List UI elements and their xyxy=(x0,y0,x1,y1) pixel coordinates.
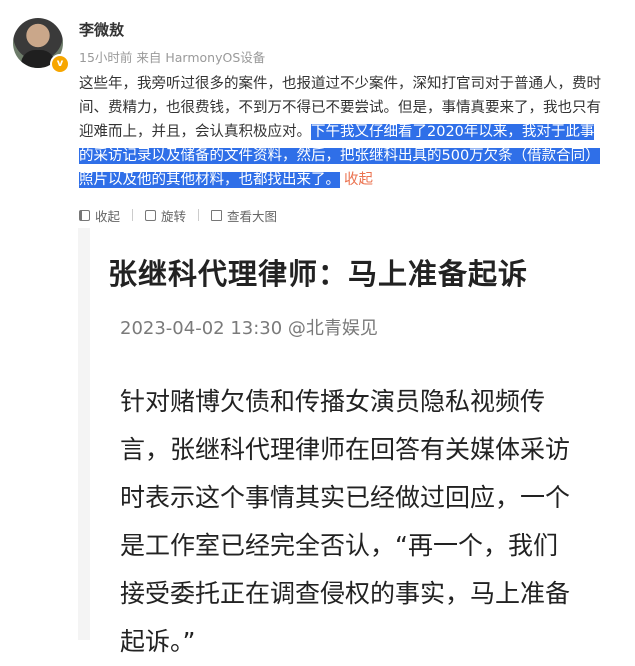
article-line: 起诉。” xyxy=(120,627,196,656)
selected-text: 的采访记录以及储备的文件资料，然后，把张继科出具的500万欠条（借款合同） xyxy=(79,148,600,164)
rotate-button[interactable]: 旋转 xyxy=(145,206,186,225)
post-line: 的采访记录以及储备的文件资料，然后，把张继科出具的500万欠条（借款合同） xyxy=(79,144,635,168)
view-image-icon xyxy=(211,209,223,221)
post-line: 迎难而上，并且，会认真积极应对。下午我又仔细看了2020年以来，我对于此事 xyxy=(79,120,635,144)
collapse-label: 收起 xyxy=(95,208,121,224)
post-line: 照片以及他的其他材料，也都找出来了。 收起 xyxy=(79,168,635,192)
article-title: 张继科代理律师：马上准备起诉 xyxy=(108,257,529,291)
view-large-button[interactable]: 查看大图 xyxy=(211,206,277,225)
article-line: 是工作室已经完全否认，“再一个，我们 xyxy=(120,531,558,560)
rotate-icon xyxy=(145,209,157,221)
divider xyxy=(132,209,134,221)
post-line: 这些年，我旁听过很多的案件，也报道过不少案件，深知打官司对于普通人，费时 xyxy=(79,76,601,92)
post-text: 这些年，我旁听过很多的案件，也报道过不少案件，深知打官司对于普通人，费时 间、费… xyxy=(79,72,635,192)
article-line: 接受委托正在调查侵权的事实，马上准备 xyxy=(120,579,571,608)
collapse-icon xyxy=(79,209,90,221)
username[interactable]: 李微敖 xyxy=(79,19,124,40)
collapse-link[interactable]: 收起 xyxy=(344,172,373,188)
selected-text: 下午我又仔细看了2020年以来，我对于此事 xyxy=(311,124,595,140)
article-line: 言，张继科代理律师在回答有关媒体采访 xyxy=(120,435,571,464)
article-line: 时表示这个事情其实已经做过回应，一个 xyxy=(120,483,571,512)
image-actions: 收起 旋转 查看大图 xyxy=(79,205,293,225)
rotate-label: 旋转 xyxy=(161,208,187,224)
post-meta: 15小时前 来自 HarmonyOS设备 xyxy=(79,50,266,65)
view-large-label: 查看大图 xyxy=(227,208,278,224)
collapse-image-button[interactable]: 收起 xyxy=(79,206,120,225)
article-body: 针对赌博欠债和传播女演员隐私视频传 言，张继科代理律师在回答有关媒体采访 时表示… xyxy=(120,378,630,666)
article-line: 针对赌博欠债和传播女演员隐私视频传 xyxy=(120,387,546,416)
post-line-plain: 迎难而上，并且，会认真积极应对。 xyxy=(79,124,311,140)
article-meta: 2023-04-02 13:30 @北青娱见 xyxy=(120,318,378,339)
post-line: 间、费精力，也很费钱，不到万不得已不要尝试。但是，事情真要来了，我也只有 xyxy=(79,100,601,116)
selected-text: 照片以及他的其他材料，也都找出来了。 xyxy=(79,172,340,188)
verified-badge-icon: v xyxy=(50,54,70,74)
divider xyxy=(198,209,200,221)
